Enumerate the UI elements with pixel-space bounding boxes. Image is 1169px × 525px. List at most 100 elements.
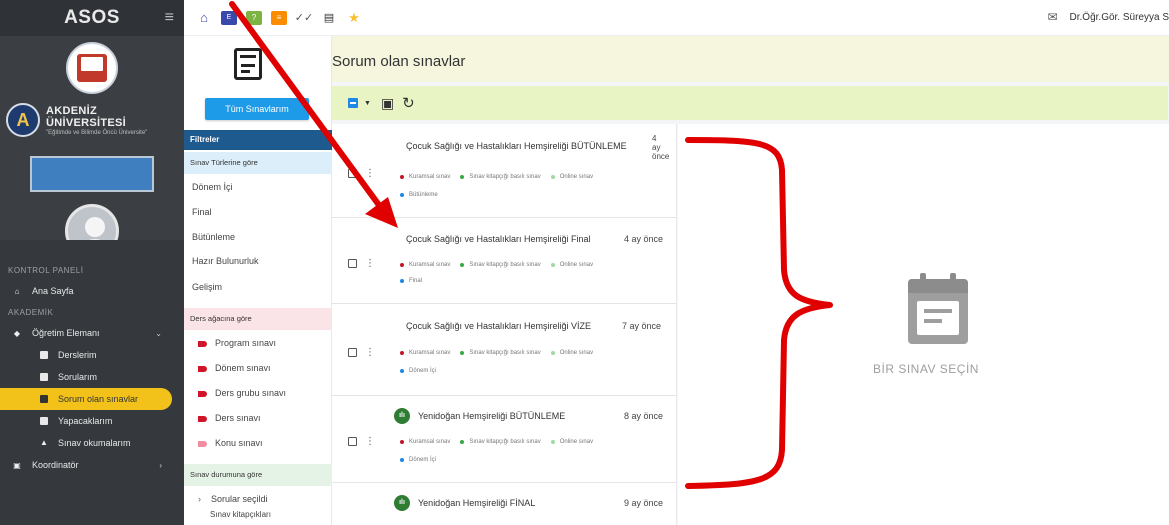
filter-type-progress[interactable]: Gelişim (184, 276, 332, 298)
list-item[interactable]: Çocuk Sağlığı ve Hastalıkları Hemşireliğ… (332, 304, 676, 396)
sidebar-item-label: Sınav okumalarım (58, 438, 131, 448)
more-vert-icon[interactable]: ⋮ (365, 347, 375, 358)
exam-term: Bütünleme (400, 192, 448, 198)
sidebar-item-responsible-exams[interactable]: Sorum olan sınavlar (0, 388, 172, 410)
filter-tree-program[interactable]: Program sınavı (184, 332, 332, 354)
double-check-icon[interactable]: ✓✓ (295, 11, 313, 25)
tag-label: Kuramsal sınav (409, 350, 451, 356)
university-brand: A AKDENİZ ÜNİVERSİTESİ "Eğitimde ve Bili… (0, 94, 184, 138)
calendar-icon[interactable]: ▤ (321, 11, 337, 25)
filter-label: Konu sınavı (215, 438, 263, 448)
list-item[interactable]: Çocuk Sağlığı ve Hastalıkları Hemşireliğ… (332, 218, 676, 304)
filter-type-final[interactable]: Final (184, 201, 332, 223)
select-all-checkbox[interactable] (348, 98, 358, 108)
sidebar-item-label: Yapacaklarım (58, 416, 113, 426)
filters-header: Filtreler (184, 130, 332, 150)
list-item[interactable]: ılı Yenidoğan Hemşireliği BÜTÜNLEME 8 ay… (332, 396, 676, 483)
star-icon[interactable]: ★ (346, 10, 362, 25)
list-item[interactable]: Çocuk Sağlığı ve Hastalıkları Hemşireliğ… (332, 124, 676, 218)
filter-type-midterm[interactable]: Dönem İçi (184, 176, 332, 198)
page-header: Sorum olan sınavlar (332, 36, 1169, 82)
term-label: Dönem İçi (409, 368, 437, 374)
filter-type-readiness[interactable]: Hazır Bulunurluk (184, 250, 332, 272)
item-controls: ⋮ (348, 168, 375, 179)
tag-online: Online sınav (550, 174, 593, 180)
sidebar-item-todo[interactable]: Yapacaklarım (0, 410, 184, 432)
sidebar-item-questions[interactable]: Sorularım (0, 366, 184, 388)
sidebar-item-exam-readings[interactable]: ▲ Sınav okumalarım (0, 432, 184, 454)
tag-icon (198, 340, 207, 347)
exam-term: Dönem İçi (400, 368, 446, 374)
item-checkbox[interactable] (348, 437, 357, 446)
exam-icon (40, 395, 48, 403)
sidebar-header: ASOS ≡ (0, 0, 184, 36)
sidebar-item-coordinator[interactable]: ▣ Koordinatör › (0, 454, 184, 476)
exam-tags: Kuramsal sınav Sınav kitapçığı basılı sı… (400, 439, 603, 445)
caret-down-icon[interactable]: ▼ (364, 100, 371, 107)
tag-label: Kuramsal sınav (409, 262, 451, 268)
list-item[interactable]: ılı Yenidoğan Hemşireliği FİNAL 9 ay önc… (332, 483, 676, 525)
sidebar-item-home[interactable]: ⌂ Ana Sayfa (0, 280, 184, 302)
tag-label: Online sınav (559, 262, 594, 268)
exam-list-icon[interactable]: E (221, 10, 237, 25)
more-vert-icon[interactable]: ⋮ (365, 258, 375, 269)
exam-title: Çocuk Sağlığı ve Hastalıkları Hemşireliğ… (406, 321, 592, 331)
filter-label: Ders sınavı (215, 413, 261, 423)
tag-label: Online sınav (559, 439, 594, 445)
list-toolbar: ▼ ▣ ↻ (332, 86, 1168, 120)
item-checkbox[interactable] (348, 169, 357, 178)
filter-tree-topic[interactable]: Konu sınavı (184, 432, 332, 454)
menu-icon[interactable]: ≡ (165, 9, 174, 27)
exam-tags: Kuramsal sınav Sınav kitapçığı basılı sı… (400, 174, 603, 180)
tag-booklet: Sınav kitapçığı basılı sınav (460, 174, 541, 180)
chevron-right-icon: › (198, 494, 201, 504)
filter-tree-course[interactable]: Ders sınavı (184, 407, 332, 429)
filter-label: Dönem sınavı (215, 363, 271, 373)
exam-term: Final (400, 278, 432, 284)
sidebar-item-label: Koordinatör (32, 460, 79, 470)
sidebar-item-courses[interactable]: Derslerim (0, 344, 184, 366)
question-icon[interactable]: ? (246, 10, 262, 25)
clipboard-icon[interactable]: ≡ (271, 10, 287, 25)
exam-list: Çocuk Sağlığı ve Hastalıkları Hemşireliğ… (332, 124, 677, 525)
term-label: Bütünleme (409, 192, 438, 198)
filter-group-type: Sınav Türlerine göre (184, 152, 332, 174)
sidebar-item-instructor[interactable]: ◆ Öğretim Elemanı ⌄ (0, 322, 184, 344)
top-bar: ⌂ E ? ≡ ✓✓ ▤ ★ ✉ Dr.Öğr.Gör. Süreyya S (184, 0, 1169, 36)
filter-type-makeup[interactable]: Bütünleme (184, 226, 332, 248)
tag-label: Kuramsal sınav (409, 439, 451, 445)
section-control-panel: KONTROL PANELİ (8, 265, 84, 275)
refresh-icon[interactable]: ↻ (402, 94, 415, 112)
exam-tags: Kuramsal sınav Sınav kitapçığı basılı sı… (400, 262, 603, 268)
sidebar-item-label: Sorularım (58, 372, 98, 382)
filter-label: Ders grubu sınavı (215, 388, 287, 398)
exam-title: Çocuk Sağlığı ve Hastalıkları Hemşireliğ… (406, 141, 627, 151)
exam-time: 8 ay önce (624, 411, 664, 421)
filter-tree-term[interactable]: Dönem sınavı (184, 357, 332, 379)
more-vert-icon[interactable]: ⋮ (365, 436, 375, 447)
filter-group-tree: Ders ağacına göre (184, 308, 332, 330)
item-checkbox[interactable] (348, 259, 357, 268)
term-label: Final (409, 278, 423, 284)
user-menu[interactable]: ✉ Dr.Öğr.Gör. Süreyya S (1047, 10, 1169, 24)
empty-state-message: BİR SINAV SEÇİN (873, 362, 979, 376)
home-icon[interactable]: ⌂ (196, 10, 212, 25)
all-exams-button[interactable]: Tüm Sınavlarım (205, 98, 309, 120)
item-controls: ⋮ (348, 258, 375, 269)
tag-icon (198, 390, 207, 397)
tag-label: Sınav kitapçığı basılı sınav (469, 439, 541, 445)
user-name[interactable]: Dr.Öğr.Gör. Süreyya S (1070, 12, 1169, 23)
item-controls: ⋮ (348, 436, 375, 447)
mail-icon[interactable]: ✉ (1047, 10, 1057, 24)
chevron-down-icon: ⌄ (155, 328, 162, 338)
system-logo (66, 42, 118, 94)
filter-tree-course-group[interactable]: Ders grubu sınavı (184, 382, 332, 404)
checkbox-icon (40, 417, 48, 425)
item-checkbox[interactable] (348, 348, 357, 357)
chart-icon: ılı (394, 408, 410, 424)
page-title: Sorum olan sınavlar (332, 53, 466, 70)
more-vert-icon[interactable]: ⋮ (365, 168, 375, 179)
filter-status-booklets[interactable]: Sınav kitapçıkları (184, 504, 332, 525)
person-icon: ▲ (40, 438, 48, 447)
calendar-icon[interactable]: ▣ (381, 95, 394, 112)
